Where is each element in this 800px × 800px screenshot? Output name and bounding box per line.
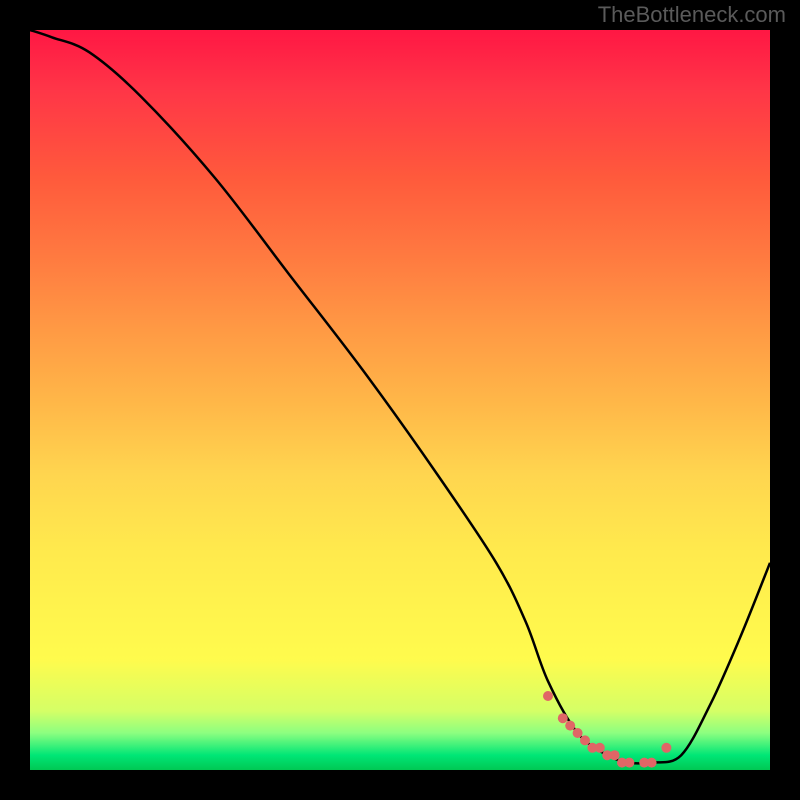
marker-dot	[661, 743, 671, 753]
marker-dot	[543, 691, 553, 701]
bottleneck-curve	[30, 30, 770, 764]
marker-dot	[558, 713, 568, 723]
marker-dot	[580, 735, 590, 745]
curve-svg	[30, 30, 770, 770]
watermark-text: TheBottleneck.com	[598, 2, 786, 28]
marker-dot	[595, 743, 605, 753]
marker-dot	[610, 750, 620, 760]
marker-dot	[639, 758, 649, 768]
highlight-markers	[543, 691, 671, 768]
plot-area	[30, 30, 770, 770]
marker-dot	[587, 743, 597, 753]
marker-dot	[647, 758, 657, 768]
marker-dot	[573, 728, 583, 738]
chart-container: TheBottleneck.com	[0, 0, 800, 800]
marker-dot	[602, 750, 612, 760]
marker-dot	[624, 758, 634, 768]
marker-dot	[565, 721, 575, 731]
marker-dot	[617, 758, 627, 768]
